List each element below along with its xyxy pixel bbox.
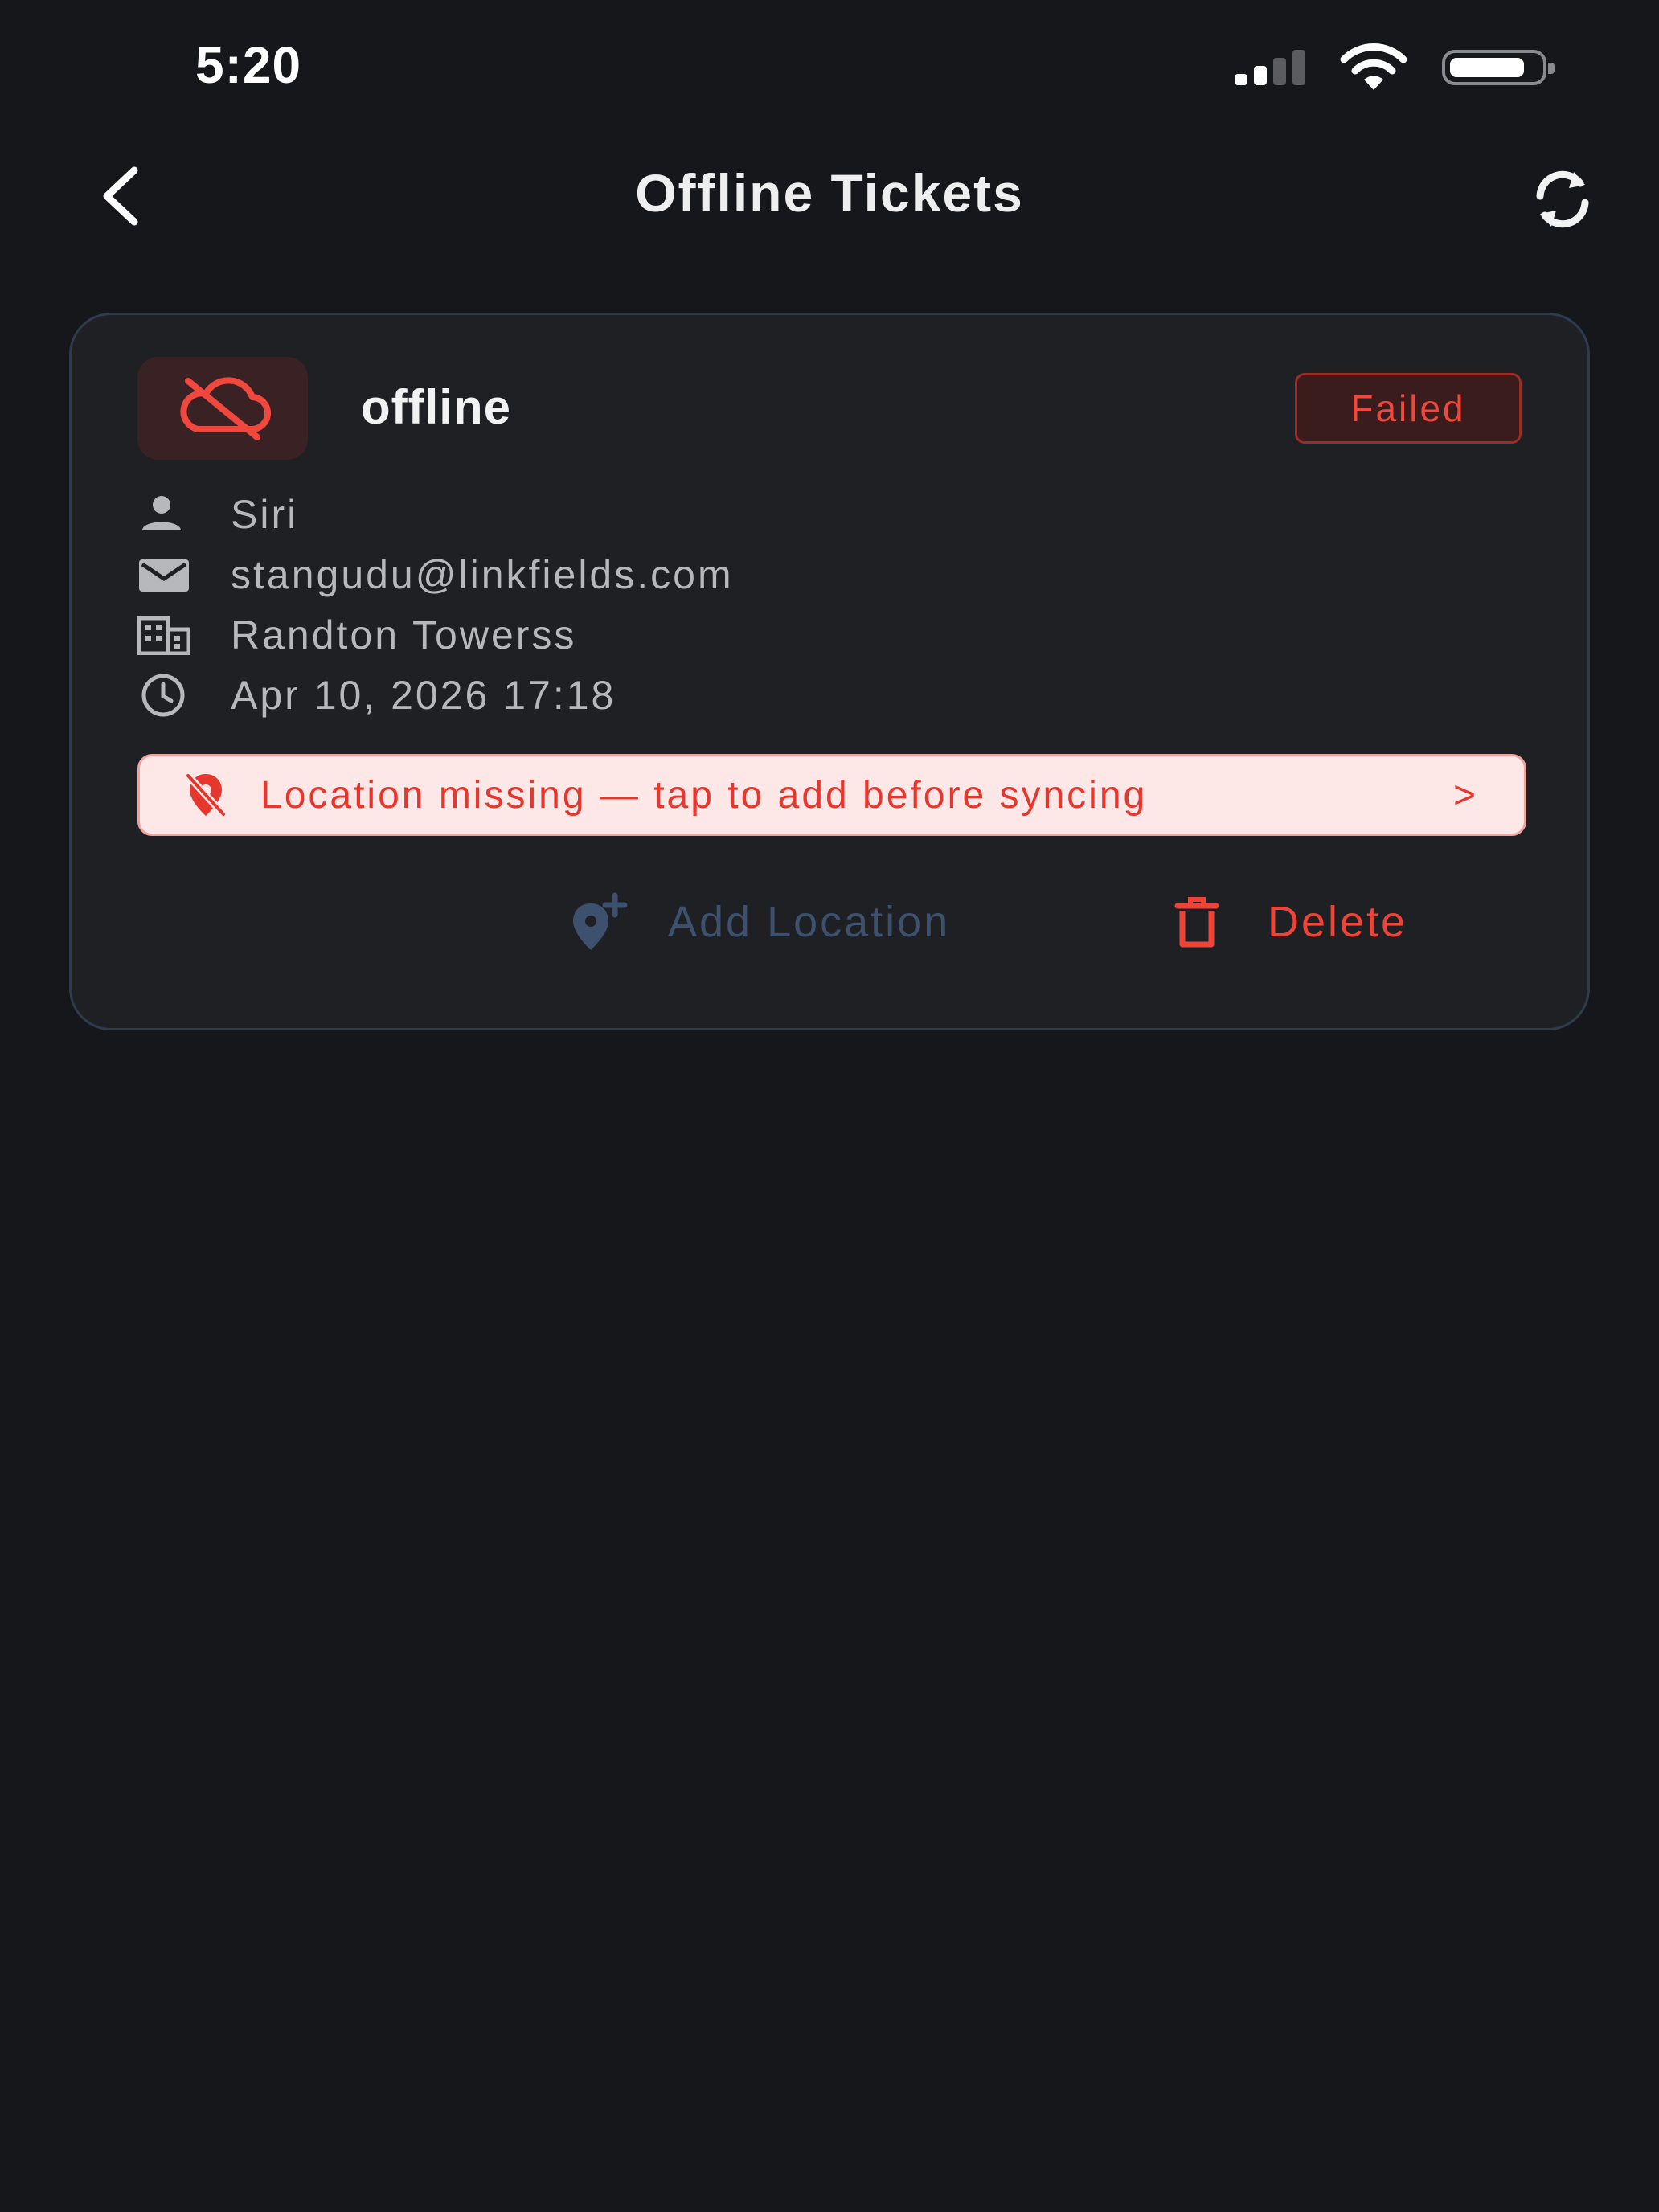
location-off-icon [184, 772, 227, 818]
status-bar: 5:20 [0, 0, 1659, 137]
detail-name: Siri [231, 491, 299, 537]
ticket-title: offline [361, 380, 511, 434]
detail-row-email: stangudu@linkfields.com [137, 544, 1522, 604]
battery-icon [1442, 50, 1555, 85]
chevron-right-icon: > [1452, 773, 1476, 817]
ticket-card[interactable]: offline Failed Siri stangudu@linkfields.… [69, 313, 1590, 1030]
trash-icon [1174, 897, 1219, 948]
detail-row-datetime: Apr 10, 2026 17:18 [137, 665, 1522, 725]
status-badge: Failed [1295, 373, 1522, 444]
status-time: 5:20 [195, 36, 302, 94]
nav-header: Offline Tickets [0, 145, 1659, 241]
detail-row-name: Siri [137, 484, 1522, 544]
building-icon [137, 616, 190, 655]
detail-site: Randton Towerss [231, 612, 577, 657]
wifi-icon [1340, 43, 1407, 90]
page-title: Offline Tickets [635, 163, 1024, 223]
delete-label: Delete [1268, 898, 1408, 946]
ticket-icon-box [137, 357, 308, 460]
person-icon [142, 495, 181, 530]
detail-email: stangudu@linkfields.com [231, 551, 734, 597]
cloud-off-icon [180, 377, 272, 440]
detail-row-site: Randton Towerss [137, 604, 1522, 665]
delete-button[interactable]: Delete [1173, 878, 1407, 966]
warning-text: Location missing — tap to add before syn… [260, 773, 1148, 817]
offline-tickets-screen: 5:20 Offline Tickets offline Failed Siri… [0, 0, 1659, 2212]
sync-button[interactable] [1522, 159, 1603, 240]
status-icons [1235, 43, 1555, 90]
sync-icon [1536, 170, 1589, 228]
ticket-header: offline Failed [137, 357, 1522, 460]
detail-datetime: Apr 10, 2026 17:18 [231, 672, 616, 718]
cellular-signal-icon [1235, 50, 1305, 85]
add-location-icon [573, 892, 628, 950]
ticket-details: Siri stangudu@linkfields.com Randton Tow… [137, 484, 1522, 725]
location-missing-banner[interactable]: Location missing — tap to add before syn… [137, 754, 1526, 836]
add-location-button[interactable]: Add Location [565, 878, 950, 966]
clock-icon [141, 674, 185, 716]
ticket-actions: Add Location Delete [72, 878, 1587, 966]
add-location-label: Add Location [668, 898, 951, 946]
mail-icon [139, 559, 189, 592]
